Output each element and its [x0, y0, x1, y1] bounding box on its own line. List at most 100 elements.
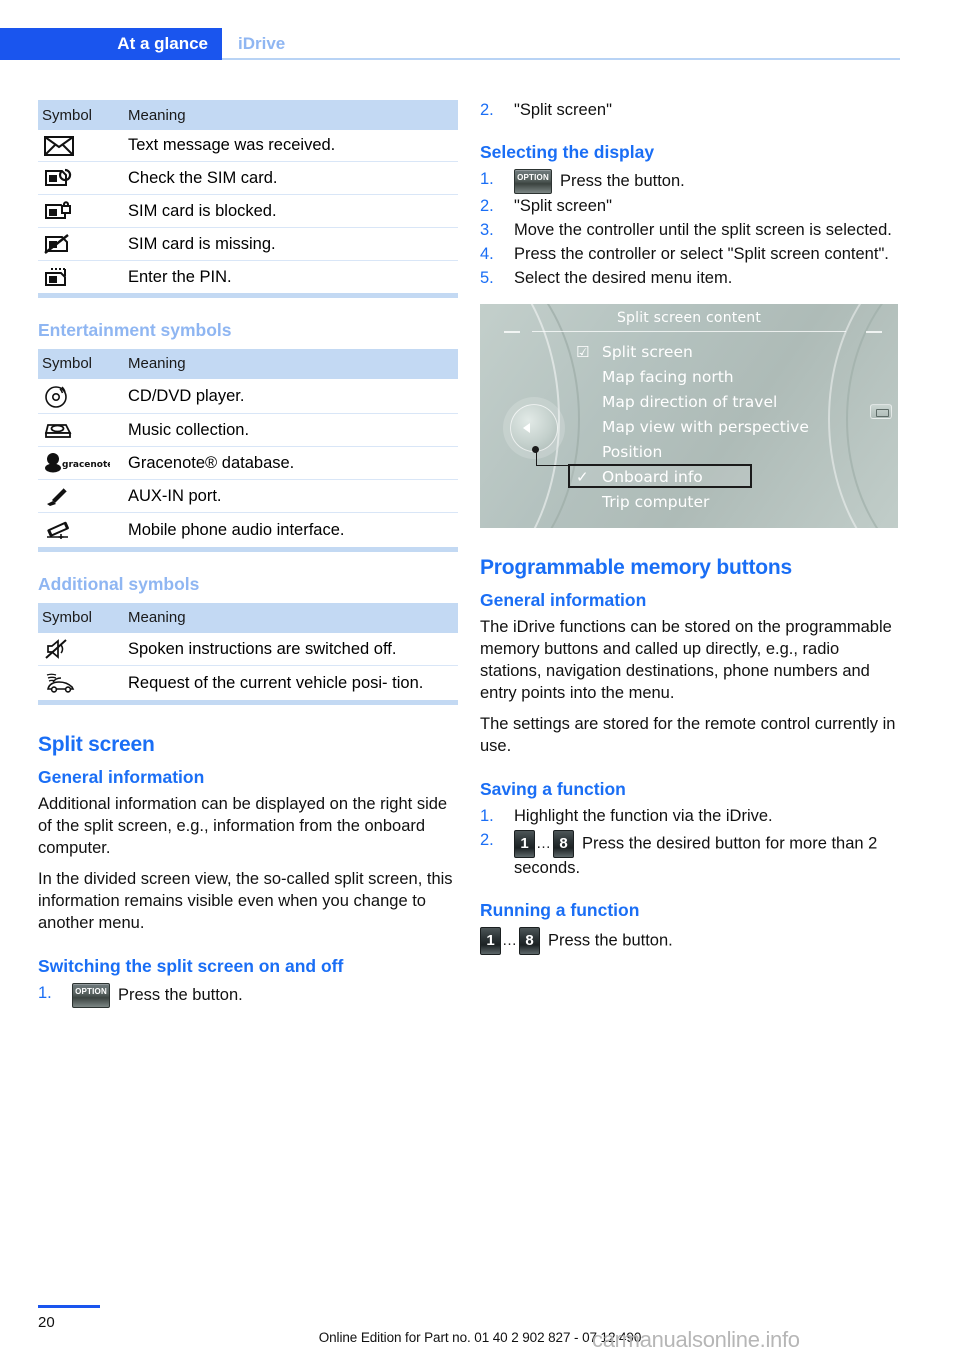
option-button[interactable]: OPTION [514, 168, 552, 194]
idrive-menu-item-label: Map view with perspective [602, 417, 809, 436]
idrive-menu-item-label: Onboard info [602, 467, 703, 486]
step-number: 2. [480, 101, 494, 119]
table-cell-meaning: Gracenote® database. [122, 446, 458, 480]
step-number: 2. [480, 831, 494, 850]
list-item: 2. 1… 8 Press the desired button for more … [480, 830, 900, 880]
sim-pin-icon [38, 260, 122, 298]
speaker-muted-icon [38, 632, 122, 666]
header-tab-at-a-glance[interactable]: At a glance [0, 28, 222, 60]
table-cell-meaning: AUX-IN port. [122, 479, 458, 513]
idrive-menu-item[interactable]: Map direction of travel [576, 390, 809, 415]
music-collection-icon [38, 413, 122, 447]
memory-button-8[interactable]: 8 [519, 926, 540, 955]
list-item: 3. Move the controller until the split s… [480, 220, 900, 242]
table-row: gracenote Gracenote® database. [38, 446, 458, 480]
table-row: SIM card is missing. [38, 227, 458, 261]
idrive-tick-right [866, 330, 882, 333]
table-cell-meaning: Spoken instructions are switched off. [122, 632, 458, 666]
idrive-title-rule [532, 330, 846, 332]
switching-split-screen-steps: 1. OPTION Press the button. [38, 983, 458, 1009]
idrive-menu-item[interactable]: Position [576, 440, 809, 465]
step-text: Press the button. [560, 171, 685, 190]
gracenote-icon: gracenote [38, 446, 122, 480]
list-item: 1. Highlight the function via the iDrive… [480, 806, 900, 828]
aux-in-plug-icon [38, 479, 122, 513]
memory-button-1[interactable]: 1 [480, 926, 501, 955]
list-item: 1. OPTION Press the button. [480, 168, 900, 194]
column-header-meaning: Meaning [122, 348, 458, 379]
step-number: 3. [480, 220, 494, 239]
table-row: SIM card is blocked. [38, 194, 458, 228]
memory-button-8[interactable]: 8 [553, 830, 574, 859]
additional-symbols-heading: Additional symbols [38, 573, 200, 594]
list-item: 5. Select the desired menu item. [480, 268, 900, 290]
step-text: Move the controller until the split scre… [514, 220, 892, 239]
switching-split-screen-heading: Switching the split screen on and off [38, 956, 344, 977]
column-header-meaning: Meaning [122, 100, 458, 130]
memory-buttons-general-p2: The settings are stored for the remote c… [480, 715, 896, 756]
list-item: 4. Press the controller or select "Split… [480, 244, 900, 266]
header-underline [222, 58, 900, 60]
table-header-row: Symbol Meaning [38, 602, 458, 633]
table-row: Text message was received. [38, 130, 458, 162]
sim-locked-icon [38, 194, 122, 228]
sim-missing-icon [38, 227, 122, 261]
ellipsis-text: … [502, 931, 518, 949]
telephone-symbols-table: Symbol Meaning Text message was received… [38, 100, 458, 298]
callout-leader-line [536, 449, 570, 466]
table-row: Enter the PIN. [38, 260, 458, 298]
table-cell-meaning: Music collection. [122, 413, 458, 447]
step-text: Select the desired menu item. [514, 268, 733, 287]
cd-dvd-icon [38, 378, 122, 414]
column-header-symbol: Symbol [38, 100, 122, 130]
memory-button-range: 1… 8 [480, 926, 540, 955]
table-row: Request of the current vehicle posi- tio… [38, 665, 458, 705]
idrive-menu-item-label: Trip computer [602, 492, 710, 511]
idrive-menu-item[interactable]: ☑ Split screen [576, 340, 809, 365]
step-number: 1. [38, 984, 52, 1003]
step-text: "Split screen" [514, 196, 612, 215]
column-header-meaning: Meaning [122, 602, 458, 633]
split-screen-title: Split screen [38, 732, 155, 756]
check-icon: ✓ [576, 467, 589, 486]
table-cell-meaning: CD/DVD player. [122, 378, 458, 414]
selecting-display-heading: Selecting the display [480, 141, 655, 162]
idrive-menu-item-selected[interactable]: ✓ Onboard info [576, 465, 809, 490]
option-button[interactable]: OPTION [72, 983, 110, 1009]
idrive-menu-item-label: Position [602, 442, 663, 461]
idrive-menu-item[interactable]: Map view with perspective [576, 415, 809, 440]
page-header: At a glance iDrive [0, 28, 900, 60]
vehicle-position-icon [38, 665, 122, 705]
left-column: Symbol Meaning Text message was received… [38, 100, 458, 1010]
envelope-icon [38, 130, 122, 162]
step-number: 2. [480, 196, 494, 215]
list-item: 2. "Split screen" [480, 100, 900, 122]
header-tab-idrive[interactable]: iDrive [238, 34, 285, 54]
table-cell-meaning: Mobile phone audio interface. [122, 512, 458, 552]
table-row: Spoken instructions are switched off. [38, 632, 458, 666]
idrive-menu-item-label: Split screen [602, 342, 693, 361]
right-column: 2. "Split screen" Selecting the display … [480, 100, 900, 955]
memory-buttons-general-heading: General information [480, 590, 647, 611]
column-header-symbol: Symbol [38, 602, 122, 633]
memory-button-1[interactable]: 1 [514, 830, 535, 859]
split-screen-general-heading: General information [38, 767, 205, 788]
step-text: Highlight the function via the iDrive. [514, 807, 773, 826]
memory-button-range: 1… 8 [514, 830, 574, 859]
idrive-menu-item[interactable]: Map facing north [576, 365, 809, 390]
saving-function-heading: Saving a function [480, 779, 626, 800]
idrive-menu-item-label: Map facing north [602, 367, 734, 386]
footer-note: Online Edition for Part no. 01 40 2 902 … [318, 1330, 642, 1345]
additional-symbols-table: Symbol Meaning Spoken instructions are s… [38, 602, 458, 705]
step-text: "Split screen" [514, 101, 612, 119]
table-row: AUX-IN port. [38, 479, 458, 513]
idrive-menu-item[interactable]: Trip computer [576, 490, 809, 515]
table-cell-meaning: SIM card is missing. [122, 227, 458, 261]
sim-check-icon [38, 161, 122, 195]
table-header-row: Symbol Meaning [38, 348, 458, 379]
